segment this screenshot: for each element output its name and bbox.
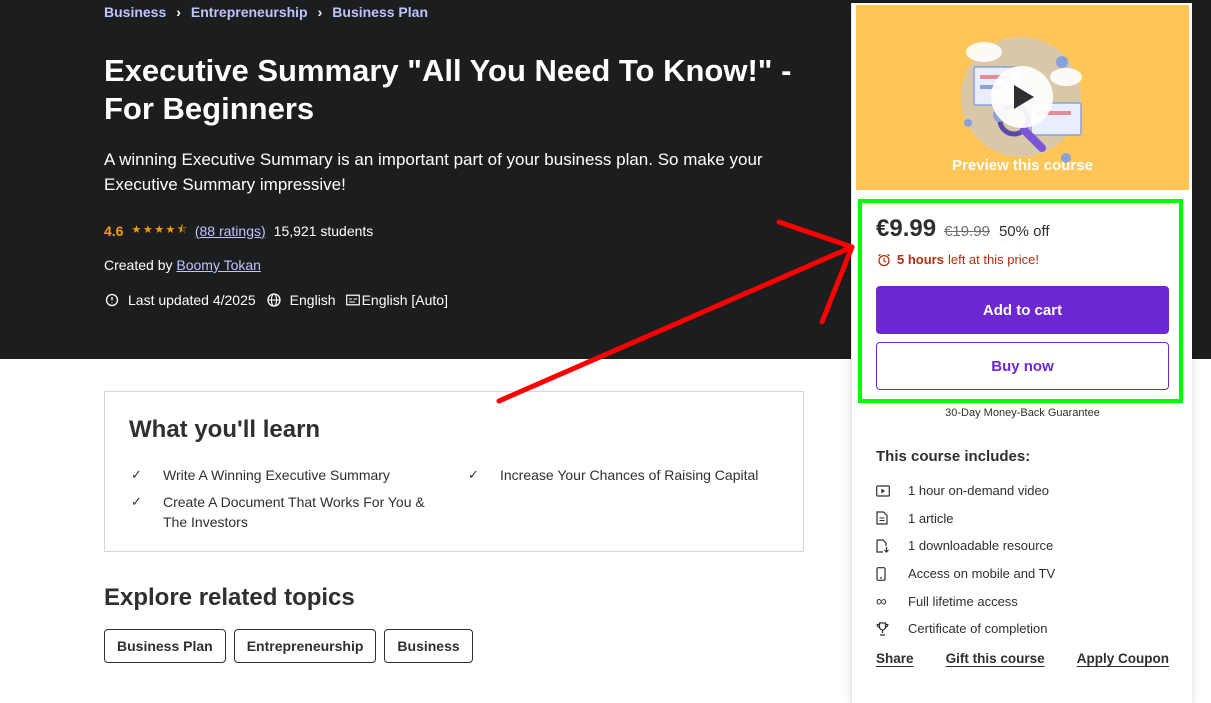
infinity-icon: ∞ [876,592,887,610]
includes-label: 1 downloadable resource [908,538,1054,554]
topic-business[interactable]: Business [384,629,473,663]
learn-item: ✓ Write A Winning Executive Summary [131,465,441,485]
includes-label: Access on mobile and TV [908,566,1056,582]
course-captions: English [Auto] [361,292,448,308]
includes-item: ∞ Full lifetime access [876,587,1055,615]
chevron-right-icon: › [317,4,323,20]
timer-hours: 5 hours [897,252,944,267]
share-link[interactable]: Share [876,651,914,666]
alert-clock-icon [104,292,120,308]
card-links: Share Gift this course Apply Coupon [876,651,1169,666]
created-by: Created by Boomy Tokan [104,257,261,273]
includes-title: This course includes: [876,448,1031,465]
download-file-icon [876,539,908,553]
apply-coupon-link[interactable]: Apply Coupon [1077,651,1169,666]
related-topics: Business Plan Entrepreneurship Business [104,629,481,663]
star-rating-icon: ★★★★⯪ [131,224,189,236]
ratings-count-link[interactable]: (88 ratings) [195,223,266,239]
breadcrumb-business[interactable]: Business [104,4,166,20]
rating-row: 4.6 ★★★★⯪ (88 ratings) 15,921 students [104,221,373,240]
learn-item: ✓ Increase Your Chances of Raising Capit… [468,465,788,485]
includes-item: 1 downloadable resource [876,532,1055,560]
students-count: 15,921 students [273,222,374,239]
rating-value: 4.6 [104,222,124,239]
preview-label: Preview this course [952,157,1093,174]
includes-label: Certificate of completion [908,621,1048,637]
add-to-cart-button[interactable]: Add to cart [876,286,1169,334]
breadcrumb: Business › Entrepreneurship › Business P… [104,4,428,20]
course-language: English [289,292,336,308]
learn-item-text: Increase Your Chances of Raising Capital [500,467,759,483]
check-icon: ✓ [131,494,142,509]
trophy-icon [876,622,908,636]
price-timer: 5 hours left at this price! [877,252,1039,267]
includes-label: 1 hour on-demand video [908,483,1049,499]
last-updated: Last updated 4/2025 [128,292,256,308]
includes-item: 1 article [876,505,1055,533]
buy-now-button[interactable]: Buy now [876,342,1169,390]
includes-list: 1 hour on-demand video 1 article 1 downl… [876,477,1055,643]
created-by-label: Created by [104,257,173,273]
money-back-guarantee: 30-Day Money-Back Guarantee [945,407,1100,419]
globe-icon [266,292,282,308]
learn-item-text: Write A Winning Executive Summary [163,467,390,483]
check-icon: ✓ [131,467,142,482]
includes-item: Certificate of completion [876,615,1055,643]
price-row: €9.99 €19.99 50% off [876,215,1050,243]
course-subtitle: A winning Executive Summary is an import… [104,150,763,194]
learn-item-text: Create A Document That Works For You & T… [163,494,425,530]
captions-icon [345,294,360,306]
check-icon: ✓ [468,467,479,482]
course-title: Executive Summary "All You Need To Know!… [104,53,792,126]
topic-business-plan[interactable]: Business Plan [104,629,226,663]
includes-label: Full lifetime access [908,593,1018,609]
course-preview[interactable]: Preview this course [856,5,1189,190]
original-price: €19.99 [944,223,990,240]
what-youll-learn: What you'll learn ✓ Write A Winning Exec… [104,391,804,552]
video-icon [876,485,908,497]
includes-label: 1 article [908,510,954,526]
instructor-link[interactable]: Boomy Tokan [176,257,261,273]
discount-label: 50% off [998,223,1050,240]
timer-text: left at this price! [947,252,1040,267]
current-price: €9.99 [876,215,937,242]
breadcrumb-entrepreneurship[interactable]: Entrepreneurship [191,4,308,20]
alarm-clock-icon [877,253,891,267]
breadcrumb-business-plan[interactable]: Business Plan [332,4,428,20]
learn-title: What you'll learn [129,416,321,443]
mobile-icon [876,566,908,581]
course-meta: Last updated 4/2025 English English [Aut… [104,292,458,308]
includes-item: 1 hour on-demand video [876,477,1055,505]
gift-course-link[interactable]: Gift this course [946,651,1045,666]
related-topics-title: Explore related topics [104,584,355,611]
article-icon [876,511,908,525]
chevron-right-icon: › [176,4,181,20]
topic-entrepreneurship[interactable]: Entrepreneurship [233,629,377,663]
includes-item: Access on mobile and TV [876,560,1055,588]
learn-item: ✓ Create A Document That Works For You &… [131,492,431,532]
purchase-card: Preview this course €9.99 €19.99 50% off… [851,3,1192,703]
